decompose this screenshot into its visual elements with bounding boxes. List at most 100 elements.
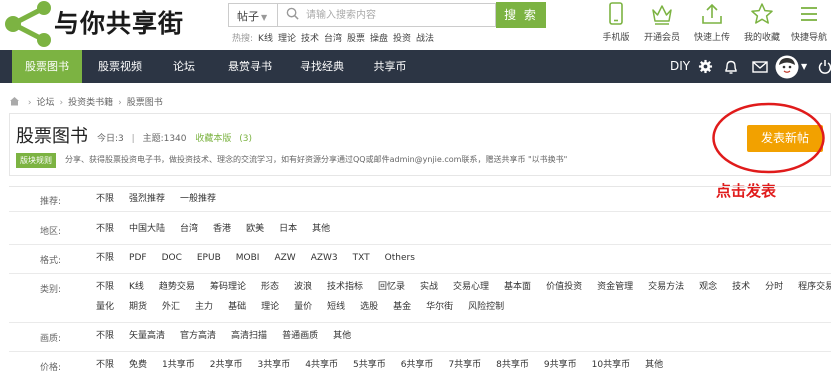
filter-option[interactable]: 不限 [96, 360, 114, 370]
favorite-forum-link[interactable]: 收藏本版 [195, 134, 231, 144]
filter-option[interactable]: PDF [129, 253, 147, 263]
filter-option[interactable]: 观念 [699, 282, 717, 292]
tool-upload[interactable]: 快速上传 [684, 2, 740, 43]
tool-quick-nav[interactable]: 快捷导航 [781, 2, 831, 43]
filter-option[interactable]: 不限 [96, 282, 114, 292]
caret-down-icon[interactable]: ▼ [801, 50, 807, 83]
hot-link[interactable]: 股票 [347, 34, 365, 44]
filter-option[interactable]: 基础 [228, 302, 246, 312]
hot-link[interactable]: 台湾 [324, 34, 342, 44]
filter-option[interactable]: 外汇 [162, 302, 180, 312]
filter-option[interactable]: 技术 [732, 282, 750, 292]
filter-option[interactable]: 短线 [327, 302, 345, 312]
filter-option[interactable]: 交易方法 [648, 282, 684, 292]
filter-option[interactable]: Others [385, 253, 415, 263]
filter-option[interactable]: 风险控制 [468, 302, 504, 312]
search-button[interactable]: 搜 索 [496, 2, 546, 28]
hot-link[interactable]: 理论 [278, 34, 296, 44]
breadcrumb-item[interactable]: 投资类书籍 [68, 98, 113, 108]
filter-option[interactable]: 基本面 [504, 282, 531, 292]
filter-option[interactable]: 量化 [96, 302, 114, 312]
filter-option[interactable]: MOBI [236, 253, 260, 263]
filter-option[interactable]: 香港 [213, 224, 231, 234]
filter-option[interactable]: 趋势交易 [159, 282, 195, 292]
filter-option[interactable]: 2共享币 [210, 360, 243, 370]
filter-option[interactable]: 技术指标 [327, 282, 363, 292]
filter-option[interactable]: 5共享币 [353, 360, 386, 370]
filter-option[interactable]: 高清扫描 [231, 331, 267, 341]
search-input[interactable] [306, 6, 486, 24]
site-logo[interactable]: 与你共享街 [2, 0, 212, 48]
hot-link[interactable]: 投资 [393, 34, 411, 44]
filter-option[interactable]: 强烈推荐 [129, 194, 165, 204]
filter-option[interactable]: K线 [129, 282, 144, 292]
hot-link[interactable]: 战法 [416, 34, 434, 44]
breadcrumb-item[interactable]: 论坛 [36, 98, 54, 108]
nav-item-classics[interactable]: 寻找经典 [290, 50, 354, 83]
filter-option[interactable]: 日本 [279, 224, 297, 234]
filter-option[interactable]: 交易心理 [453, 282, 489, 292]
filter-option[interactable]: 资金管理 [597, 282, 633, 292]
filter-option[interactable]: 官方高清 [180, 331, 216, 341]
filter-option[interactable]: 中国大陆 [129, 224, 165, 234]
power-icon[interactable] [818, 59, 831, 74]
filter-option[interactable]: 不限 [96, 224, 114, 234]
filter-option[interactable]: 选股 [360, 302, 378, 312]
filter-option[interactable]: 不限 [96, 194, 114, 204]
filter-option[interactable]: 其他 [645, 360, 663, 370]
filter-option[interactable]: 实战 [420, 282, 438, 292]
avatar[interactable] [775, 55, 799, 79]
nav-item-bounty[interactable]: 悬赏寻书 [218, 50, 282, 83]
filter-option[interactable]: 其他 [312, 224, 330, 234]
filter-option[interactable]: 基金 [393, 302, 411, 312]
filter-option[interactable]: 波浪 [294, 282, 312, 292]
nav-item-forum[interactable]: 论坛 [160, 50, 208, 83]
filter-option[interactable]: 筹码理论 [210, 282, 246, 292]
filter-option[interactable]: 9共享币 [544, 360, 577, 370]
filter-option[interactable]: 台湾 [180, 224, 198, 234]
filter-option[interactable]: 普通画质 [282, 331, 318, 341]
filter-option[interactable]: 10共享币 [592, 360, 630, 370]
bell-icon[interactable] [724, 59, 738, 75]
filter-option[interactable]: 矢量高清 [129, 331, 165, 341]
filter-option[interactable]: 回忆录 [378, 282, 405, 292]
hot-link[interactable]: K线 [258, 34, 273, 44]
filter-option[interactable]: 4共享币 [305, 360, 338, 370]
filter-option[interactable]: TXT [353, 253, 370, 263]
filter-option[interactable]: 主力 [195, 302, 213, 312]
filter-option[interactable]: 不限 [96, 253, 114, 263]
filter-option[interactable]: 期货 [129, 302, 147, 312]
filter-option[interactable]: 理论 [261, 302, 279, 312]
filter-option[interactable]: 1共享币 [162, 360, 195, 370]
filter-option[interactable]: AZW [274, 253, 295, 263]
filter-option[interactable]: 量价 [294, 302, 312, 312]
filter-option[interactable]: 欧美 [246, 224, 264, 234]
gear-icon[interactable] [698, 59, 713, 74]
hot-link[interactable]: 技术 [301, 34, 319, 44]
hot-link[interactable]: 操盘 [370, 34, 388, 44]
nav-item-coins[interactable]: 共享币 [362, 50, 418, 83]
forum-rules-badge[interactable]: 版块规则 [16, 153, 56, 168]
filter-option[interactable]: 6共享币 [401, 360, 434, 370]
mail-icon[interactable] [752, 61, 768, 73]
filter-option[interactable]: EPUB [197, 253, 221, 263]
filter-option[interactable]: DOC [162, 253, 182, 263]
nav-item-stock-videos[interactable]: 股票视频 [88, 50, 152, 83]
search-type-select[interactable]: 帖子 ▼ [228, 3, 278, 27]
filter-option[interactable]: AZW3 [311, 253, 338, 263]
filter-option[interactable]: 一般推荐 [180, 194, 216, 204]
nav-item-stock-books[interactable]: 股票图书 [12, 50, 82, 83]
filter-option[interactable]: 3共享币 [258, 360, 291, 370]
filter-option[interactable]: 程序交易 [798, 282, 831, 292]
breadcrumb-item[interactable]: 股票图书 [127, 98, 163, 108]
diy-link[interactable]: DIY [670, 50, 690, 83]
filter-option[interactable]: 价值投资 [546, 282, 582, 292]
filter-option[interactable]: 形态 [261, 282, 279, 292]
filter-option[interactable]: 免费 [129, 360, 147, 370]
filter-option[interactable]: 7共享币 [448, 360, 481, 370]
tool-vip[interactable]: 开通会员 [634, 2, 690, 43]
filter-option[interactable]: 华尔街 [426, 302, 453, 312]
filter-option[interactable]: 不限 [96, 331, 114, 341]
filter-option[interactable]: 分时 [765, 282, 783, 292]
filter-option[interactable]: 其他 [333, 331, 351, 341]
